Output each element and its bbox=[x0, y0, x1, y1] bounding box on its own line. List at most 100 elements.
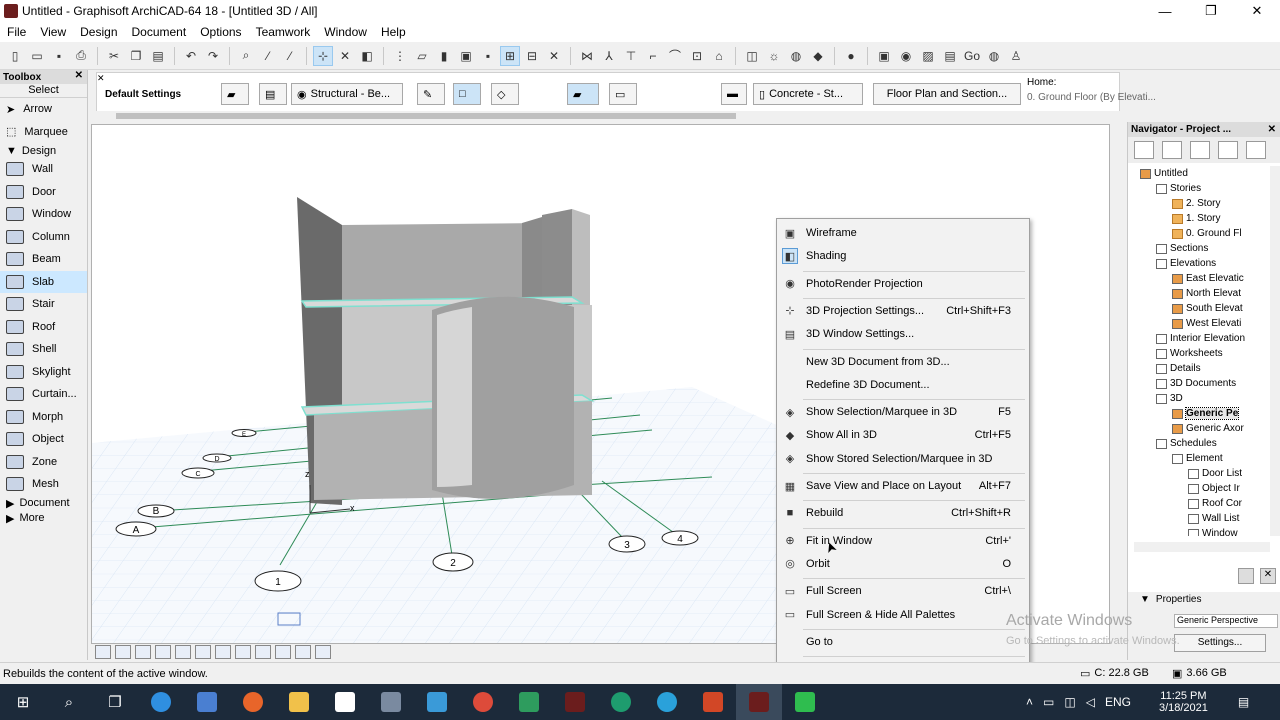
tool-window[interactable]: Window bbox=[0, 203, 87, 226]
sun-icon[interactable]: ☼ bbox=[765, 47, 783, 65]
tree-node[interactable]: Generic Axor bbox=[1128, 421, 1268, 436]
scrollbar-thumb[interactable] bbox=[116, 113, 736, 119]
redo-icon[interactable]: ↷ bbox=[204, 47, 222, 65]
tree-node[interactable]: Worksheets bbox=[1128, 346, 1268, 361]
menu-item-new-3d-document-from-3d[interactable]: New 3D Document from 3D... bbox=[777, 351, 1029, 373]
search-icon[interactable]: ⌕ bbox=[46, 684, 92, 720]
pencil-icon[interactable]: ▮ bbox=[435, 47, 453, 65]
network-icon[interactable]: ◫ bbox=[1064, 695, 1075, 709]
hatch-button[interactable]: ▤ bbox=[259, 83, 287, 105]
tool-shell[interactable]: Shell bbox=[0, 338, 87, 361]
menu-view[interactable]: View bbox=[33, 25, 73, 39]
menu-design[interactable]: Design bbox=[73, 25, 124, 39]
chevron-up-icon[interactable]: ˄ bbox=[1026, 695, 1033, 709]
delete-icon[interactable]: ✕ bbox=[1260, 568, 1276, 584]
tool-mesh[interactable]: Mesh bbox=[0, 473, 87, 496]
file-explorer-icon[interactable] bbox=[276, 684, 322, 720]
tool-arrow[interactable]: ➤ Arrow bbox=[0, 98, 87, 121]
menu-item-3d-window-settings[interactable]: ▤ 3D Window Settings... bbox=[777, 323, 1029, 345]
zoom-prev-icon[interactable] bbox=[295, 645, 311, 659]
powerpoint-icon[interactable] bbox=[690, 684, 736, 720]
lock-icon[interactable]: ▪ bbox=[479, 47, 497, 65]
eyedropper-icon[interactable]: ⁄ bbox=[259, 47, 277, 65]
layout-icon[interactable]: ▣ bbox=[875, 47, 893, 65]
menu-item-show-all-in-3d[interactable]: ◆ Show All in 3D Ctrl+F5 bbox=[777, 424, 1029, 446]
fillet-icon[interactable]: ⌒ bbox=[666, 47, 684, 65]
menu-teamwork[interactable]: Teamwork bbox=[249, 25, 318, 39]
split-icon[interactable]: ⅄ bbox=[600, 47, 618, 65]
group-icon[interactable]: ▣ bbox=[457, 47, 475, 65]
menu-help[interactable]: Help bbox=[374, 25, 413, 39]
minimize-button[interactable]: — bbox=[1142, 0, 1188, 22]
language-indicator[interactable]: ENG bbox=[1105, 695, 1131, 709]
menu-item-rebuild[interactable]: ■ Rebuild Ctrl+Shift+R bbox=[777, 502, 1029, 524]
maximize-button[interactable]: ❐ bbox=[1188, 0, 1234, 22]
pen-button[interactable]: ✎ bbox=[417, 83, 445, 105]
tool-stair[interactable]: Stair bbox=[0, 293, 87, 316]
zoom-out-icon[interactable] bbox=[195, 645, 211, 659]
tree-node[interactable]: Details bbox=[1128, 361, 1268, 376]
tool-column[interactable]: Column bbox=[0, 226, 87, 249]
camera-icon[interactable]: ◉ bbox=[897, 47, 915, 65]
chart-app-icon[interactable] bbox=[506, 684, 552, 720]
close-icon[interactable]: ✕ bbox=[97, 73, 107, 83]
tool-marquee[interactable]: ⬚ Marquee bbox=[0, 121, 87, 144]
floorplan-section-button[interactable]: Floor Plan and Section... bbox=[873, 83, 1021, 105]
rotated-rect-button[interactable]: ◇ bbox=[491, 83, 519, 105]
tree-node[interactable]: Element bbox=[1128, 451, 1268, 466]
layer-icon[interactable]: ◧ bbox=[358, 47, 376, 65]
close-icon[interactable]: ✕ bbox=[75, 70, 83, 81]
tree-node[interactable]: Wall List bbox=[1128, 511, 1268, 526]
layout-book-tab[interactable] bbox=[1190, 141, 1210, 159]
new-icon[interactable]: ▯ bbox=[6, 47, 24, 65]
edge-button[interactable]: ▭ bbox=[609, 83, 637, 105]
orbit-icon[interactable] bbox=[235, 645, 251, 659]
tree-node[interactable]: 1. Story bbox=[1128, 211, 1268, 226]
close-icon[interactable]: ✕ bbox=[1268, 124, 1276, 135]
view-map-tab[interactable] bbox=[1162, 141, 1182, 159]
box-icon[interactable]: ▨ bbox=[919, 47, 937, 65]
edge-icon[interactable] bbox=[138, 684, 184, 720]
intersect-icon[interactable]: ⌐ bbox=[644, 47, 662, 65]
menu-item-fit-in-window[interactable]: ⊕ Fit in Window Ctrl+' bbox=[777, 530, 1029, 552]
documents-icon[interactable] bbox=[368, 684, 414, 720]
menu-item-save-view-and-place-on-layout[interactable]: ▦ Save View and Place on Layout Alt+F7 bbox=[777, 475, 1029, 497]
start-icon[interactable]: ⊞ bbox=[0, 684, 46, 720]
firefox-icon[interactable] bbox=[230, 684, 276, 720]
settings-button[interactable]: Settings... bbox=[1174, 634, 1266, 652]
explode-icon[interactable]: ⊡ bbox=[688, 47, 706, 65]
tree-node[interactable]: 0. Ground Fl bbox=[1128, 226, 1268, 241]
project-map-tab[interactable] bbox=[1134, 141, 1154, 159]
model-icon[interactable]: ◍ bbox=[787, 47, 805, 65]
more-group[interactable]: ▶ More bbox=[0, 511, 87, 526]
structural-button[interactable]: ◉ Structural - Be... bbox=[291, 83, 403, 105]
tree-node[interactable]: 2. Story bbox=[1128, 196, 1268, 211]
archicad-active-icon[interactable] bbox=[736, 684, 782, 720]
menu-item-redefine-3d-document[interactable]: Redefine 3D Document... bbox=[777, 374, 1029, 396]
snap-icon[interactable]: ⊹ bbox=[313, 45, 333, 66]
tree-node[interactable]: Object Ir bbox=[1128, 481, 1268, 496]
tree-node[interactable]: East Elevatic bbox=[1128, 271, 1268, 286]
render-icon[interactable]: ◆ bbox=[809, 47, 827, 65]
chrome-icon[interactable] bbox=[460, 684, 506, 720]
tool-morph[interactable]: Morph bbox=[0, 406, 87, 429]
notifications-icon[interactable]: ▤ bbox=[1238, 695, 1249, 709]
tree-node[interactable]: 3D bbox=[1128, 391, 1268, 406]
telegram-icon[interactable] bbox=[644, 684, 690, 720]
tree-node[interactable]: Untitled bbox=[1128, 166, 1268, 181]
zoom-next-icon[interactable] bbox=[315, 645, 331, 659]
menu-options[interactable]: Options bbox=[193, 25, 248, 39]
view-name-field[interactable]: Generic Perspective bbox=[1174, 614, 1278, 628]
viewport-vertical-scrollbar[interactable] bbox=[1110, 124, 1124, 644]
clock[interactable]: 11:25 PM 3/18/2021 bbox=[1159, 690, 1208, 714]
globe-icon[interactable]: ◍ bbox=[985, 47, 1003, 65]
menu-item-photorender-projection[interactable]: ◉ PhotoRender Projection bbox=[777, 273, 1029, 295]
explore-icon[interactable] bbox=[275, 645, 291, 659]
concrete-button[interactable]: ▯ Concrete - St... bbox=[753, 83, 863, 105]
tool-curtain[interactable]: Curtain... bbox=[0, 383, 87, 406]
surface-button[interactable]: ▬ bbox=[721, 83, 747, 105]
go-icon[interactable]: Go bbox=[963, 47, 981, 65]
mail-icon[interactable] bbox=[322, 684, 368, 720]
save-icon[interactable]: ▪ bbox=[50, 47, 68, 65]
spreadsheet-icon[interactable] bbox=[782, 684, 828, 720]
